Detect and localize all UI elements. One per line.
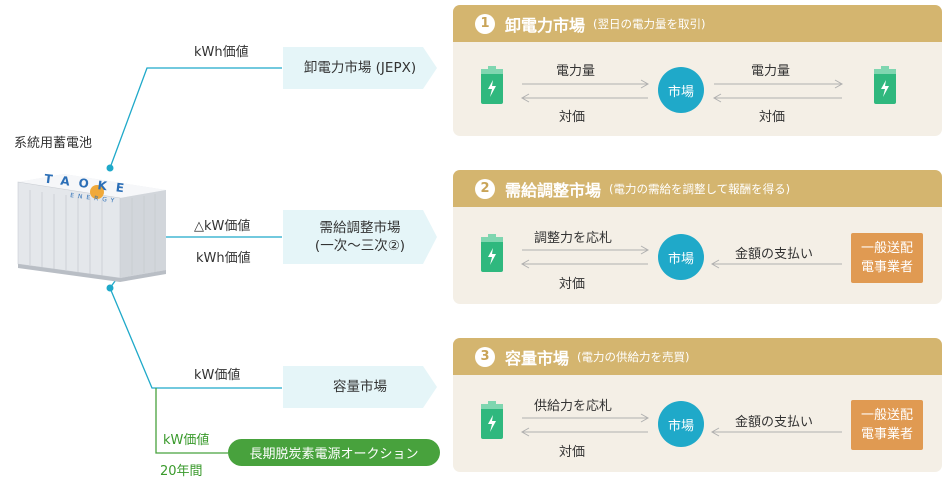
battery-icon [481, 66, 503, 104]
flow-label: 電力量 [751, 64, 791, 79]
battery-icon [874, 66, 896, 104]
battery-icon [481, 234, 503, 272]
operator-box: 一般送配 電事業者 [851, 400, 923, 450]
operator-line2: 電事業者 [860, 260, 913, 275]
market-circle: 市場 [658, 401, 704, 447]
operator-line2: 電事業者 [860, 427, 913, 442]
flow-label: 供給力を応札 [534, 399, 613, 414]
flow-label: 対価 [559, 277, 586, 292]
flow-label: 電力量 [556, 64, 596, 79]
market-circle: 市場 [658, 234, 704, 280]
operator-box: 一般送配 電事業者 [851, 233, 923, 283]
operator-line1: 一般送配 [860, 241, 913, 256]
flow-label: 対価 [759, 110, 786, 125]
operator-line1: 一般送配 [860, 408, 913, 423]
flow-label: 対価 [559, 110, 586, 125]
flow-label: 金額の支払い [735, 415, 814, 430]
flow-label: 調整力を応札 [534, 231, 613, 246]
market-circle: 市場 [658, 67, 704, 113]
battery-icon [481, 401, 503, 439]
flow-label: 対価 [559, 445, 586, 460]
flow-label: 金額の支払い [735, 247, 814, 262]
